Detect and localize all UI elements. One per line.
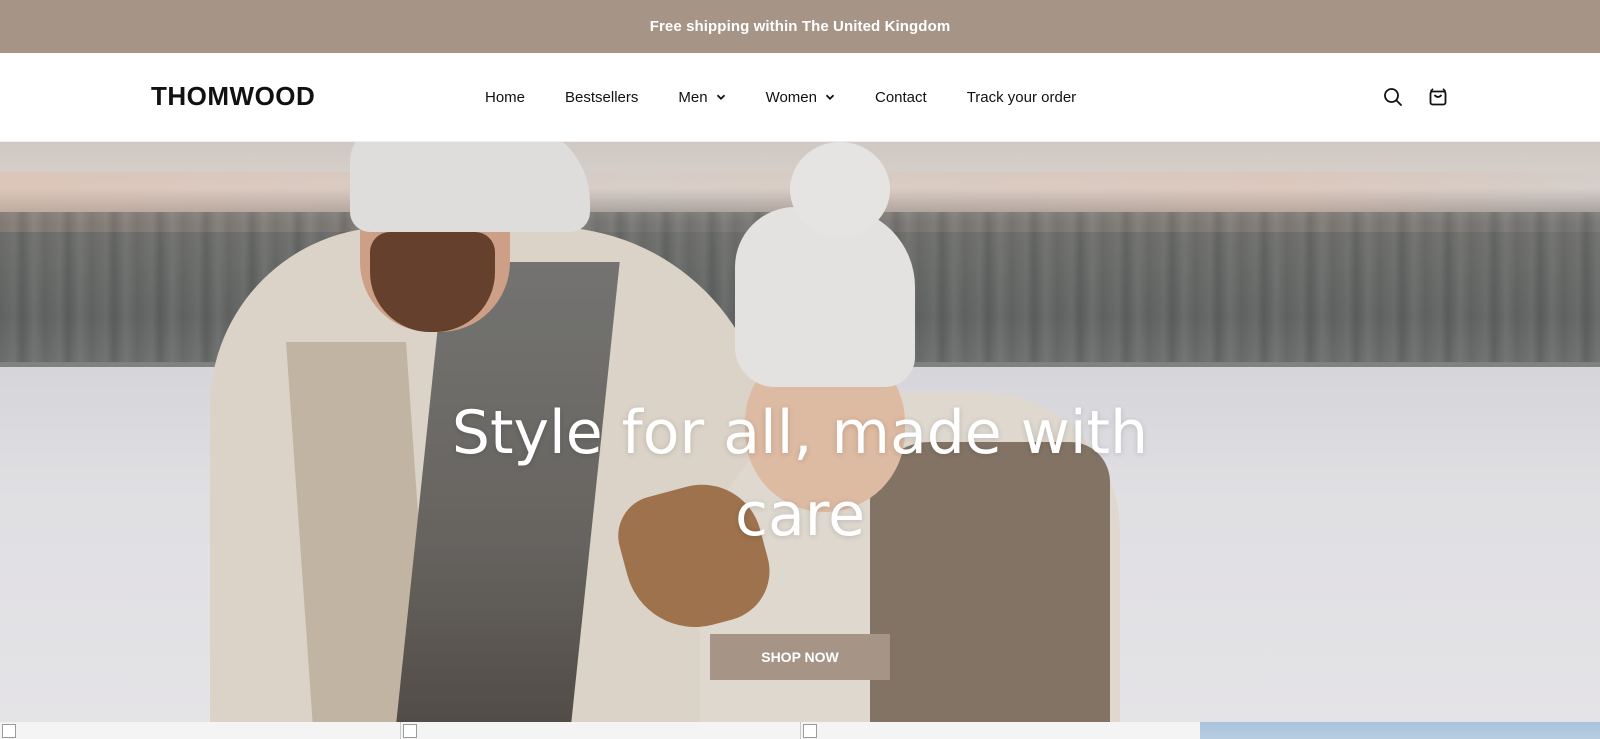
nav-item-track-order[interactable]: Track your order <box>967 89 1076 106</box>
main-nav: Home Bestsellers Men Women Contact Track… <box>485 53 1076 142</box>
nav-item-home[interactable]: Home <box>485 89 525 106</box>
hero-banner: Style for all, made with care SHOP NOW <box>0 142 1600 722</box>
nav-item-men[interactable]: Men <box>678 89 725 106</box>
nav-item-label: Men <box>678 89 708 106</box>
broken-image-icon <box>803 724 817 738</box>
hero-title-line: care <box>734 480 866 550</box>
chevron-down-icon <box>716 89 726 106</box>
nav-item-label: Contact <box>874 89 927 106</box>
nav-item-women[interactable]: Women <box>766 89 835 106</box>
collection-thumbnail[interactable] <box>1200 722 1600 739</box>
collection-thumbnails <box>0 722 1600 739</box>
logo[interactable]: THOMWOOD <box>151 81 315 112</box>
cart-icon[interactable] <box>1427 86 1449 108</box>
nav-item-label: Track your order <box>966 89 1077 106</box>
broken-image-icon <box>403 724 417 738</box>
collection-thumbnail[interactable] <box>400 722 800 739</box>
chevron-down-icon <box>825 89 835 106</box>
nav-item-label: Women <box>765 89 817 106</box>
shop-now-button[interactable]: SHOP NOW <box>710 634 890 680</box>
announcement-bar: Free shipping within The United Kingdom <box>0 0 1600 53</box>
collection-thumbnail[interactable] <box>800 722 1200 739</box>
site-header: THOMWOOD Home Bestsellers Men Women Cont… <box>0 53 1600 142</box>
broken-image-icon <box>2 724 16 738</box>
nav-item-label: Home <box>485 89 526 106</box>
announcement-text: Free shipping within The United Kingdom <box>649 18 951 35</box>
hero-title-line: Style for all, made with <box>451 398 1149 468</box>
hero-title: Style for all, made with care <box>400 392 1200 556</box>
nav-item-bestsellers[interactable]: Bestsellers <box>565 89 638 106</box>
nav-item-label: Bestsellers <box>565 89 639 106</box>
collection-thumbnail[interactable] <box>0 722 400 739</box>
nav-item-contact[interactable]: Contact <box>875 89 927 106</box>
search-icon[interactable] <box>1382 86 1404 108</box>
